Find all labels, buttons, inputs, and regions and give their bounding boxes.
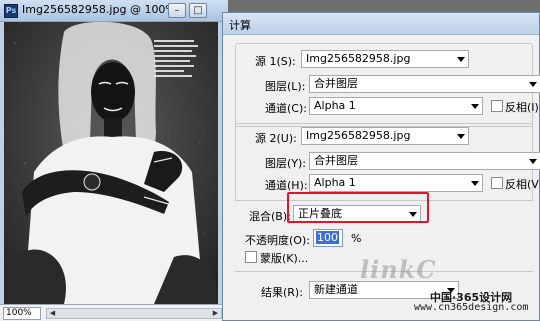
document-statusbar: 100% ◀ ▶: [0, 304, 228, 321]
source1-invert-checkbox[interactable]: [491, 100, 503, 112]
photoshop-icon: Ps: [4, 4, 18, 18]
mask-checkbox[interactable]: [245, 251, 257, 263]
chevron-down-icon: [471, 181, 479, 186]
inverted-portrait-image: [4, 22, 218, 304]
chevron-down-icon: [529, 82, 537, 87]
zoom-field[interactable]: 100%: [3, 307, 41, 320]
annotation-highlight-box: [287, 192, 429, 223]
source1-channel-label: 通道(C):: [265, 102, 307, 115]
source1-channel-select[interactable]: Alpha 1: [309, 97, 483, 115]
scroll-right-arrow-icon[interactable]: ▶: [210, 309, 221, 318]
document-window: Ps Img256582958.jpg @ 100%... – □ 100% ◀…: [0, 0, 228, 321]
source2-layer-label: 图层(Y):: [265, 157, 307, 170]
blend-label: 混合(B):: [249, 210, 291, 223]
scroll-left-arrow-icon[interactable]: ◀: [47, 309, 58, 318]
document-titlebar[interactable]: Ps Img256582958.jpg @ 100%... – □: [0, 0, 228, 22]
source2-invert-checkbox[interactable]: [491, 177, 503, 189]
result-value: 新建通道: [314, 283, 358, 296]
source2-channel-value: Alpha 1: [314, 176, 356, 189]
opacity-percent: %: [351, 232, 362, 245]
chevron-down-icon: [457, 134, 465, 139]
source1-invert-label: 反相(I): [505, 101, 539, 114]
mask-label: 蒙版(K)...: [260, 252, 309, 265]
source2-channel-label: 通道(H):: [265, 179, 308, 192]
opacity-value: 100: [316, 231, 339, 244]
source2-file-select[interactable]: Img256582958.jpg: [301, 127, 469, 145]
chevron-down-icon: [471, 104, 479, 109]
opacity-label: 不透明度(O):: [245, 234, 310, 247]
source2-layer-select[interactable]: 合并图层: [309, 152, 540, 170]
screen: Ps Img256582958.jpg @ 100%... – □ 100% ◀…: [0, 0, 540, 321]
chevron-down-icon: [457, 57, 465, 62]
opacity-input[interactable]: 100: [313, 229, 343, 247]
source1-layer-label: 图层(L):: [265, 80, 306, 93]
horizontal-scrollbar[interactable]: ◀ ▶: [46, 308, 222, 319]
source2-layer-value: 合并图层: [314, 154, 358, 167]
source2-label: 源 2(U):: [255, 132, 297, 145]
watermark-url: www.cn365design.com: [414, 302, 529, 313]
dialog-titlebar[interactable]: 计算: [223, 13, 539, 35]
dialog-title: 计算: [229, 19, 251, 32]
source1-file-select[interactable]: Img256582958.jpg: [301, 50, 469, 68]
result-label: 结果(R):: [261, 286, 303, 299]
source1-layer-value: 合并图层: [314, 77, 358, 90]
source2-channel-select[interactable]: Alpha 1: [309, 174, 483, 192]
source2-file-value: Img256582958.jpg: [306, 129, 411, 142]
source1-channel-value: Alpha 1: [314, 99, 356, 112]
source1-file-value: Img256582958.jpg: [306, 52, 411, 65]
watermark-script: linkC: [360, 255, 437, 284]
source1-layer-select[interactable]: 合并图层: [309, 75, 540, 93]
image-canvas[interactable]: [4, 22, 218, 304]
minimize-button[interactable]: –: [168, 3, 186, 18]
source2-invert-label: 反相(V): [505, 178, 540, 191]
chevron-down-icon: [529, 159, 537, 164]
source1-label: 源 1(S):: [255, 55, 296, 68]
document-title: Img256582958.jpg @ 100%...: [22, 3, 187, 16]
maximize-button[interactable]: □: [189, 3, 207, 18]
